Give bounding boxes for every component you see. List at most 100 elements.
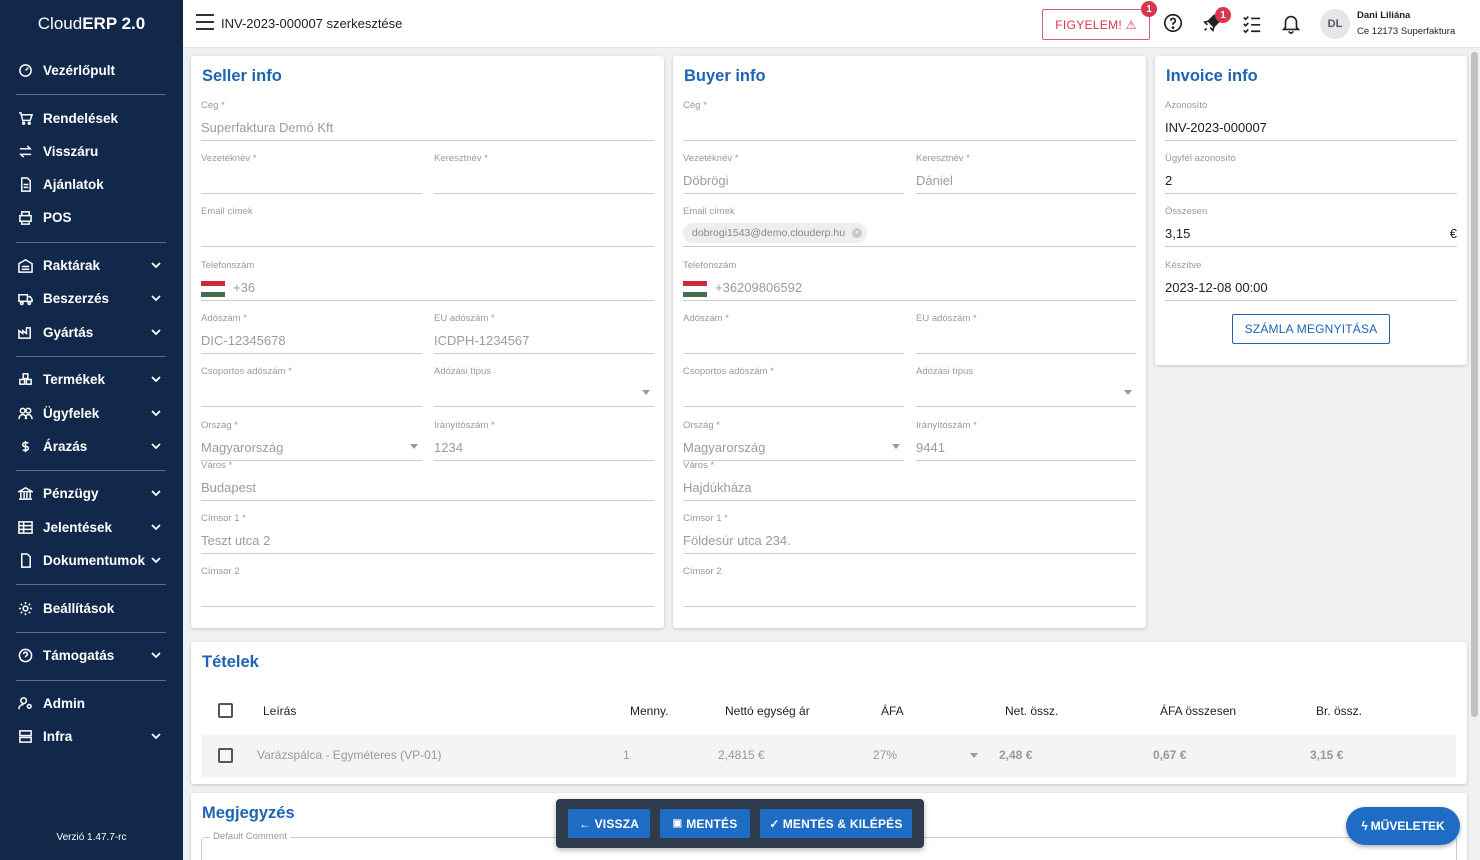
seller-zip-field[interactable]: Irányítószám * 1234 — [434, 420, 654, 461]
row-qty[interactable]: 1 — [623, 748, 630, 762]
bell-icon[interactable] — [1280, 12, 1304, 36]
col-qty-header[interactable]: Menny. — [630, 704, 668, 718]
sidebar-item-13[interactable]: Jelentések — [16, 516, 167, 538]
buyer-zip-field[interactable]: Irányítószám * 9441 — [916, 420, 1136, 461]
sidebar-item-2[interactable]: Rendelések — [16, 107, 167, 129]
email-chip[interactable]: dobrogi1543@demo.clouderp.hu × — [683, 223, 868, 243]
seller-tax-field[interactable]: Adószám * DIC-12345678 — [201, 313, 422, 354]
select-all-checkbox[interactable] — [218, 703, 233, 718]
menu-icon[interactable] — [196, 14, 216, 32]
chevron-down-icon — [410, 444, 418, 449]
sidebar-item-15[interactable]: Beállítások — [16, 597, 167, 619]
seller-addr2-field[interactable]: Címsor 2 — [201, 566, 654, 607]
chevron-down-icon[interactable] — [149, 439, 163, 453]
col-unit-header[interactable]: Nettó egység ár — [725, 704, 810, 718]
warning-button[interactable]: FIGYELEM! ⚠ — [1042, 9, 1150, 40]
scrollbar[interactable] — [1469, 50, 1480, 860]
buyer-email-field[interactable]: Email címek dobrogi1543@demo.clouderp.hu × — [683, 206, 1136, 247]
seller-card: Seller info Cég * Superfaktura Demó Kft V… — [191, 56, 664, 628]
buyer-addr1-field[interactable]: Címsor 1 * Földesúr utca 234. — [683, 513, 1136, 554]
sidebar-item-3[interactable]: Visszáru — [16, 140, 167, 162]
buyer-tax-field[interactable]: Adószám * — [683, 313, 904, 354]
seller-phone-field[interactable]: Telefonszám +36 — [201, 260, 654, 301]
sidebar-item-7[interactable]: Beszerzés — [16, 287, 167, 309]
buyer-grouptax-field[interactable]: Csoportos adószám * — [683, 366, 904, 407]
hungary-flag-icon[interactable] — [201, 281, 225, 297]
chevron-down-icon[interactable] — [149, 486, 163, 500]
created-field[interactable]: Készítve 2023-12-08 00:00 — [1165, 260, 1457, 301]
row-unit-price[interactable]: 2,4815 € — [718, 748, 765, 762]
app-logo[interactable]: CloudERP 2.0 — [0, 14, 183, 34]
row-vat-select[interactable]: 27% — [873, 748, 897, 762]
chevron-down-icon[interactable] — [149, 291, 163, 305]
chevron-down-icon[interactable] — [149, 258, 163, 272]
sidebar-item-4[interactable]: Ajánlatok — [16, 173, 167, 195]
sidebar-item-10[interactable]: Ügyfelek — [16, 402, 167, 424]
swap-icon — [16, 142, 34, 160]
chevron-down-icon[interactable] — [149, 520, 163, 534]
sidebar-item-6[interactable]: Raktárak — [16, 254, 167, 276]
seller-grouptax-field[interactable]: Csoportos adószám * — [201, 366, 422, 407]
sidebar-item-8[interactable]: Gyártás — [16, 321, 167, 343]
sidebar-item-5[interactable]: POS — [16, 206, 167, 228]
sidebar-item-9[interactable]: Termékek — [16, 368, 167, 390]
operations-button[interactable]: ϟ MŰVELETEK — [1346, 807, 1460, 845]
col-net-header[interactable]: Net. össz. — [1005, 704, 1058, 718]
seller-addr1-field[interactable]: Címsor 1 * Teszt utca 2 — [201, 513, 654, 554]
col-gross-header[interactable]: Br. össz. — [1316, 704, 1362, 718]
buyer-firstname-field[interactable]: Keresztnév * Dániel — [916, 153, 1136, 194]
buyer-city-field[interactable]: Város * Hajdúkháza — [683, 460, 1136, 501]
sidebar-item-1[interactable]: Vezérlőpult — [16, 59, 167, 81]
seller-lastname-field[interactable]: Vezetéknév * — [201, 153, 422, 194]
buyer-lastname-field[interactable]: Vezetéknév * Döbrögi — [683, 153, 904, 194]
chevron-down-icon[interactable] — [149, 729, 163, 743]
chevron-down-icon[interactable] — [149, 372, 163, 386]
customer-id-field[interactable]: Ügyfél azonosító 2 — [1165, 153, 1457, 194]
chevron-down-icon[interactable] — [970, 753, 978, 758]
help-icon[interactable] — [1162, 12, 1186, 36]
seller-eutax-field[interactable]: EU adószám * ICDPH-1234567 — [434, 313, 654, 354]
open-invoice-button[interactable]: SZÁMLA MEGNYITÁSA — [1232, 314, 1390, 344]
invoice-id-field[interactable]: Azonosító INV-2023-000007 — [1165, 100, 1457, 141]
save-exit-button[interactable]: ✓ MENTÉS & KILÉPÉS — [760, 809, 912, 838]
col-vat-header[interactable]: ÁFA — [881, 704, 904, 718]
sidebar-item-18[interactable]: Infra — [16, 725, 167, 747]
sidebar-item-label: Visszáru — [43, 143, 99, 159]
hungary-flag-icon[interactable] — [683, 281, 707, 297]
sidebar-item-17[interactable]: Admin — [16, 692, 167, 714]
avatar[interactable]: DL — [1320, 9, 1350, 39]
top-bar: INV-2023-000007 szerkesztése FIGYELEM! ⚠… — [183, 0, 1480, 48]
buyer-taxtype-select[interactable]: Adózási típus — [916, 366, 1136, 407]
save-button[interactable]: ▣ MENTÉS — [660, 809, 750, 838]
back-button[interactable]: ← VISSZA — [568, 809, 650, 838]
sidebar-item-16[interactable]: Támogatás — [16, 644, 167, 666]
sidebar-item-14[interactable]: Dokumentumok — [16, 549, 167, 571]
col-desc-header[interactable]: Leírás — [263, 704, 296, 718]
seller-email-field[interactable]: Email címek — [201, 206, 654, 247]
checklist-icon[interactable] — [1241, 12, 1265, 36]
buyer-country-select[interactable]: Ország * Magyarország — [683, 420, 904, 461]
chevron-down-icon[interactable] — [149, 553, 163, 567]
buyer-addr2-field[interactable]: Címsor 2 — [683, 566, 1136, 607]
row-desc[interactable]: Varázspálca - Egyméteres (VP-01) — [257, 748, 442, 762]
seller-firstname-field[interactable]: Keresztnév * — [434, 153, 654, 194]
chevron-down-icon[interactable] — [149, 406, 163, 420]
sidebar-item-label: Ügyfelek — [43, 405, 100, 421]
close-icon[interactable]: × — [852, 228, 863, 238]
buyer-company-field[interactable]: Cég * — [683, 100, 1136, 141]
chevron-down-icon[interactable] — [149, 325, 163, 339]
sidebar-item-11[interactable]: Árazás — [16, 435, 167, 457]
seller-taxtype-select[interactable]: Adózási típus — [434, 366, 654, 407]
col-vattotal-header[interactable]: ÁFA összesen — [1160, 704, 1236, 718]
seller-country-select[interactable]: Ország * Magyarország — [201, 420, 422, 461]
total-field[interactable]: Összesen 3,15 € — [1165, 206, 1457, 247]
chevron-down-icon[interactable] — [149, 648, 163, 662]
row-checkbox[interactable] — [218, 748, 233, 763]
warning-badge: 1 — [1141, 1, 1157, 17]
warehouse-icon — [16, 256, 34, 274]
seller-city-field[interactable]: Város * Budapest — [201, 460, 654, 501]
sidebar-item-12[interactable]: Pénzügy — [16, 482, 167, 504]
buyer-phone-field[interactable]: Telefonszám +36209806592 — [683, 260, 1136, 301]
buyer-eutax-field[interactable]: EU adószám * — [916, 313, 1136, 354]
seller-company-field[interactable]: Cég * Superfaktura Demó Kft — [201, 100, 654, 141]
